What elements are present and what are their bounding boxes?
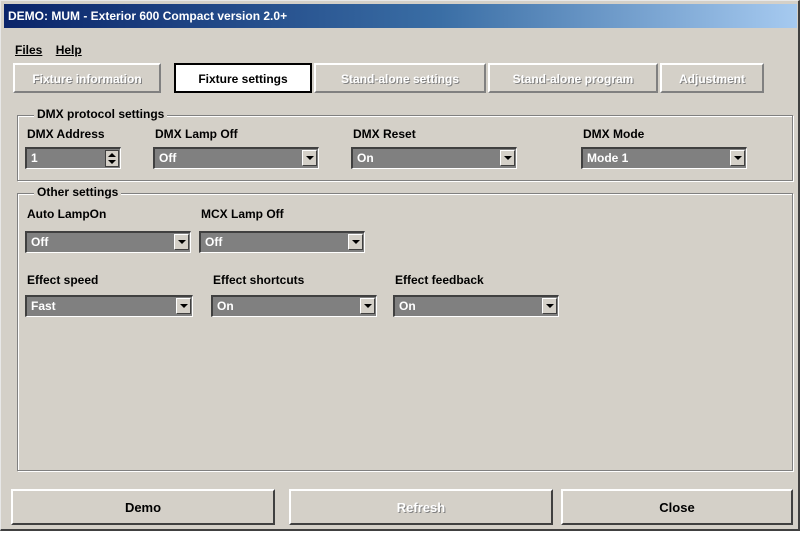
title-bar: DEMO: MUM - Exterior 600 Compact version… [4,4,797,28]
tab-fixture-information[interactable]: Fixture information [13,63,161,93]
effect-feedback-select[interactable]: On [393,295,559,317]
effect-speed-label: Effect speed [27,273,99,287]
dmx-mode-label: DMX Mode [583,127,645,141]
mcx-lamp-off-value: Off [205,235,223,249]
spin-arrows-icon[interactable] [105,150,119,167]
effect-feedback-value: On [399,299,416,313]
app-window: DEMO: MUM - Exterior 600 Compact version… [0,0,800,531]
dmx-address-label: DMX Address [27,127,105,141]
chevron-down-icon[interactable] [302,150,317,166]
demo-button[interactable]: Demo [11,489,275,525]
refresh-button[interactable]: Refresh [289,489,553,525]
mcx-lamp-off-select[interactable]: Off [199,231,365,253]
dmx-reset-label: DMX Reset [353,127,416,141]
menu-help[interactable]: Help [56,43,82,57]
menu-files[interactable]: Files [15,43,42,57]
tab-fixture-settings[interactable]: Fixture settings [174,63,312,93]
auto-lamp-on-value: Off [31,235,49,249]
dmx-mode-value: Mode 1 [587,151,629,165]
dmx-mode-select[interactable]: Mode 1 [581,147,747,169]
chevron-down-icon[interactable] [542,298,557,314]
menu-files-label: Files [15,43,43,57]
bottom-button-bar: Demo Refresh Close [7,489,795,527]
dmx-lamp-off-value: Off [159,151,177,165]
tab-adjustment[interactable]: Adjustment [660,63,764,93]
auto-lamp-on-select[interactable]: Off [25,231,191,253]
mcx-lamp-off-label: MCX Lamp Off [201,207,284,221]
effect-feedback-label: Effect feedback [395,273,484,287]
other-group-title: Other settings [34,185,122,199]
tab-stand-alone-settings[interactable]: Stand-alone settings [314,63,486,93]
auto-lamp-on-label: Auto LampOn [27,207,107,221]
menu-help-label: Help [55,43,82,57]
effect-shortcuts-label: Effect shortcuts [213,273,305,287]
dmx-address-stepper[interactable]: 1 [25,147,121,169]
chevron-down-icon[interactable] [730,150,745,166]
chevron-down-icon[interactable] [176,298,191,314]
dmx-reset-value: On [357,151,374,165]
chevron-down-icon[interactable] [348,234,363,250]
effect-shortcuts-value: On [217,299,234,313]
chevron-down-icon[interactable] [500,150,515,166]
chevron-down-icon[interactable] [360,298,375,314]
dmx-lamp-off-select[interactable]: Off [153,147,319,169]
close-button[interactable]: Close [561,489,793,525]
dmx-address-value: 1 [31,151,38,165]
dmx-group-title: DMX protocol settings [34,107,168,121]
effect-speed-value: Fast [31,299,56,313]
dmx-lamp-off-label: DMX Lamp Off [155,127,238,141]
effect-speed-select[interactable]: Fast [25,295,193,317]
effect-shortcuts-select[interactable]: On [211,295,377,317]
menu-bar: Files Help [15,43,92,61]
chevron-down-icon[interactable] [174,234,189,250]
tab-stand-alone-program[interactable]: Stand-alone program [488,63,658,93]
dmx-reset-select[interactable]: On [351,147,517,169]
